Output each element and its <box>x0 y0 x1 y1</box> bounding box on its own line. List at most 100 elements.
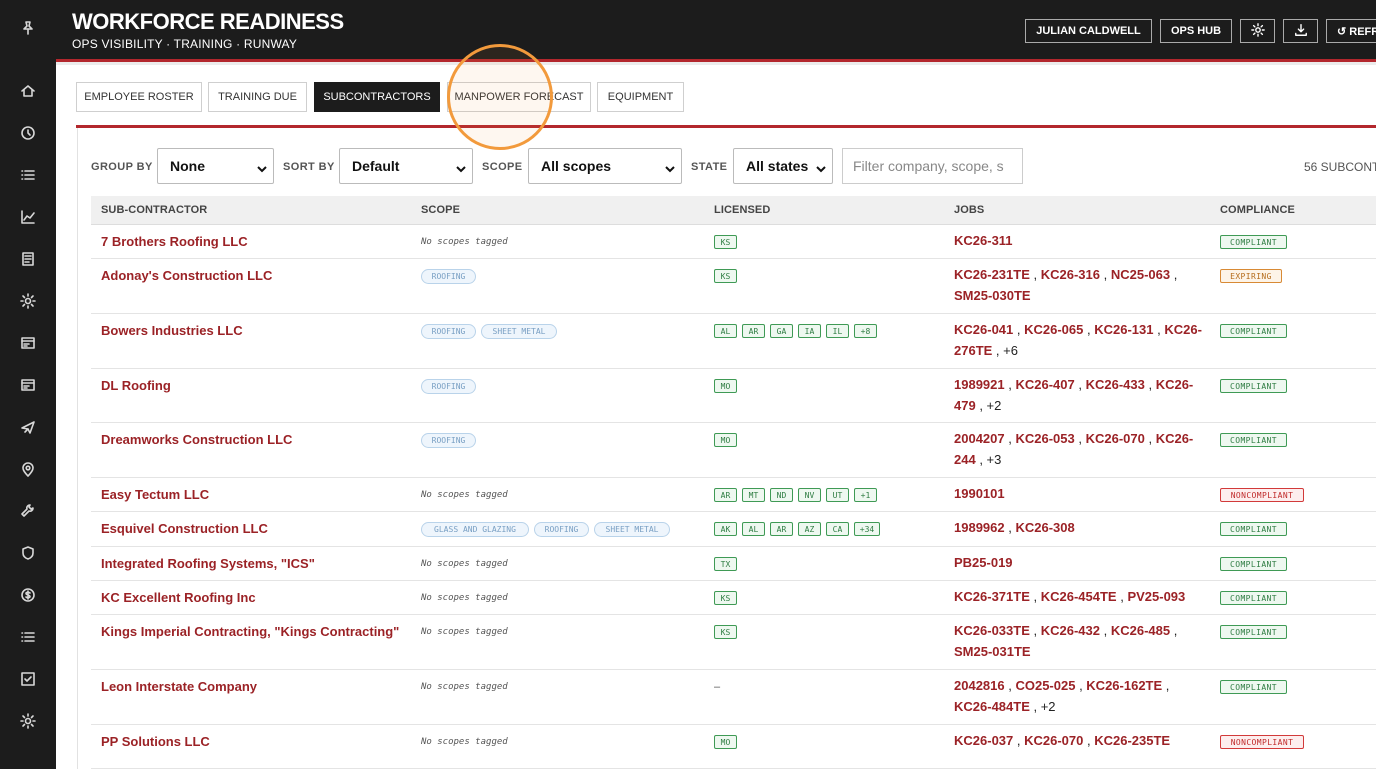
download-button[interactable] <box>1283 19 1318 43</box>
job-link[interactable]: 2042816 <box>954 678 1005 693</box>
job-link[interactable]: KC26-131 <box>1094 322 1153 337</box>
job-link[interactable]: KC26-231TE <box>954 267 1030 282</box>
job-link[interactable]: KC26-316 <box>1041 267 1100 282</box>
job-link[interactable]: KC26-041 <box>954 322 1013 337</box>
job-link[interactable]: NC25-063 <box>1111 267 1170 282</box>
jobs-more-count[interactable]: +2 <box>987 398 1002 413</box>
dollar-icon[interactable] <box>18 585 38 605</box>
company-name-link[interactable]: DL Roofing <box>101 378 171 393</box>
jobs-list: 2042816 , CO25-025 , KC26-162TE , KC26-4… <box>954 678 1170 714</box>
no-scopes-text: No scopes tagged <box>421 627 508 637</box>
shield-icon[interactable] <box>18 543 38 563</box>
user-button[interactable]: JULIAN CALDWELL <box>1025 19 1152 43</box>
job-link[interactable]: KC26-053 <box>1015 431 1074 446</box>
jobs-more-count[interactable]: +2 <box>1041 699 1056 714</box>
gear-icon[interactable] <box>18 291 38 311</box>
jobs-list: KC26-371TE , KC26-454TE , PV25-093 <box>954 589 1186 604</box>
pin-icon[interactable] <box>18 18 38 38</box>
scope-chip: ROOFING <box>421 433 476 448</box>
column-header-jobs[interactable]: JOBS <box>954 204 984 216</box>
chart-icon[interactable] <box>18 207 38 227</box>
jobs-more-count[interactable]: +6 <box>1003 343 1018 358</box>
tab-equipment[interactable]: EQUIPMENT <box>597 82 684 112</box>
download-icon <box>1294 23 1308 40</box>
column-header-compliance[interactable]: COMPLIANCE <box>1220 204 1295 216</box>
job-link[interactable]: CO25-025 <box>1015 678 1075 693</box>
list-icon[interactable] <box>18 165 38 185</box>
refresh-button[interactable]: ↺ REFR <box>1326 19 1376 43</box>
tab-subcontractors[interactable]: SUBCONTRACTORS <box>314 82 440 112</box>
tab-manpower-forecast[interactable]: MANPOWER FORECAST <box>447 82 591 112</box>
home-icon[interactable] <box>18 81 38 101</box>
company-name-link[interactable]: Easy Tectum LLC <box>101 487 209 502</box>
tab-training-due[interactable]: TRAINING DUE <box>208 82 307 112</box>
job-link[interactable]: SM25-030TE <box>954 288 1031 303</box>
scope-chip: ROOFING <box>534 522 589 537</box>
gear-icon[interactable] <box>18 711 38 731</box>
sort-by-select[interactable]: Default <box>339 148 473 184</box>
scope-select[interactable]: All scopes <box>528 148 682 184</box>
company-name-link[interactable]: Bowers Industries LLC <box>101 323 243 338</box>
list-icon[interactable] <box>18 627 38 647</box>
job-link[interactable]: KC26-308 <box>1015 520 1074 535</box>
license-state-tag: IL <box>826 324 849 338</box>
state-label: STATE <box>691 161 728 173</box>
column-header-subcontractor[interactable]: SUB-CONTRACTOR <box>101 204 207 216</box>
jobs-list: 1990101 <box>954 483 1204 504</box>
card-icon[interactable] <box>18 375 38 395</box>
job-link[interactable]: KC26-037 <box>954 733 1013 748</box>
job-link[interactable]: KC26-433 <box>1086 377 1145 392</box>
company-name-link[interactable]: Kings Imperial Contracting, "Kings Contr… <box>101 624 399 639</box>
state-select[interactable]: All states <box>733 148 833 184</box>
megaphone-icon[interactable] <box>18 417 38 437</box>
document-icon[interactable] <box>18 249 38 269</box>
job-link[interactable]: PB25-019 <box>954 555 1013 570</box>
job-link[interactable]: KC26-065 <box>1024 322 1083 337</box>
job-link[interactable]: KC26-485 <box>1111 623 1170 638</box>
company-name-link[interactable]: 7 Brothers Roofing LLC <box>101 234 248 249</box>
compliance-badge: COMPLIANT <box>1220 379 1287 393</box>
company-name-link[interactable]: Dreamworks Construction LLC <box>101 432 292 447</box>
column-header-licensed[interactable]: LICENSED <box>714 204 770 216</box>
job-link[interactable]: 2004207 <box>954 431 1005 446</box>
company-name-link[interactable]: Integrated Roofing Systems, "ICS" <box>101 556 315 571</box>
job-link[interactable]: KC26-235TE <box>1094 733 1170 748</box>
wrench-icon[interactable] <box>18 501 38 521</box>
settings-button[interactable] <box>1240 19 1275 43</box>
job-link[interactable]: KC26-371TE <box>954 589 1030 604</box>
checkbox-icon[interactable] <box>18 669 38 689</box>
job-link[interactable]: KC26-070 <box>1086 431 1145 446</box>
company-name-link[interactable]: Adonay's Construction LLC <box>101 268 272 283</box>
group-by-label: GROUP BY <box>91 161 153 173</box>
job-link[interactable]: 1989921 <box>954 377 1005 392</box>
clock-icon[interactable] <box>18 123 38 143</box>
job-link[interactable]: KC26-407 <box>1015 377 1074 392</box>
job-link[interactable]: KC26-311 <box>954 233 1013 248</box>
card-icon[interactable] <box>18 333 38 353</box>
job-link[interactable]: KC26-454TE <box>1041 589 1117 604</box>
job-link[interactable]: KC26-432 <box>1041 623 1100 638</box>
company-name-link[interactable]: Esquivel Construction LLC <box>101 521 268 536</box>
job-link[interactable]: KC26-070 <box>1024 733 1083 748</box>
job-link[interactable]: KC26-484TE <box>954 699 1030 714</box>
column-header-scope[interactable]: SCOPE <box>421 204 460 216</box>
job-link[interactable]: KC26-033TE <box>954 623 1030 638</box>
company-name-link[interactable]: PP Solutions LLC <box>101 734 210 749</box>
job-link[interactable]: PV25-093 <box>1127 589 1185 604</box>
job-link[interactable]: KC26-162TE <box>1086 678 1162 693</box>
tab-employee-roster[interactable]: EMPLOYEE ROSTER <box>76 82 202 112</box>
group-by-select[interactable]: None <box>157 148 274 184</box>
jobs-more-count[interactable]: +3 <box>987 452 1002 467</box>
company-name-link[interactable]: Leon Interstate Company <box>101 679 257 694</box>
compliance-badge: COMPLIANT <box>1220 557 1287 571</box>
ops-hub-button[interactable]: OPS HUB <box>1160 19 1232 43</box>
sort-by-label: SORT BY <box>283 161 335 173</box>
filter-search-input[interactable]: Filter company, scope, s <box>842 148 1023 184</box>
location-icon[interactable] <box>18 459 38 479</box>
job-link[interactable]: 1989962 <box>954 520 1005 535</box>
license-state-tag: AL <box>742 522 765 536</box>
job-link[interactable]: 1990101 <box>954 486 1005 501</box>
job-link[interactable]: SM25-031TE <box>954 644 1031 659</box>
company-name-link[interactable]: KC Excellent Roofing Inc <box>101 590 256 605</box>
license-state-tag: KS <box>714 625 737 639</box>
